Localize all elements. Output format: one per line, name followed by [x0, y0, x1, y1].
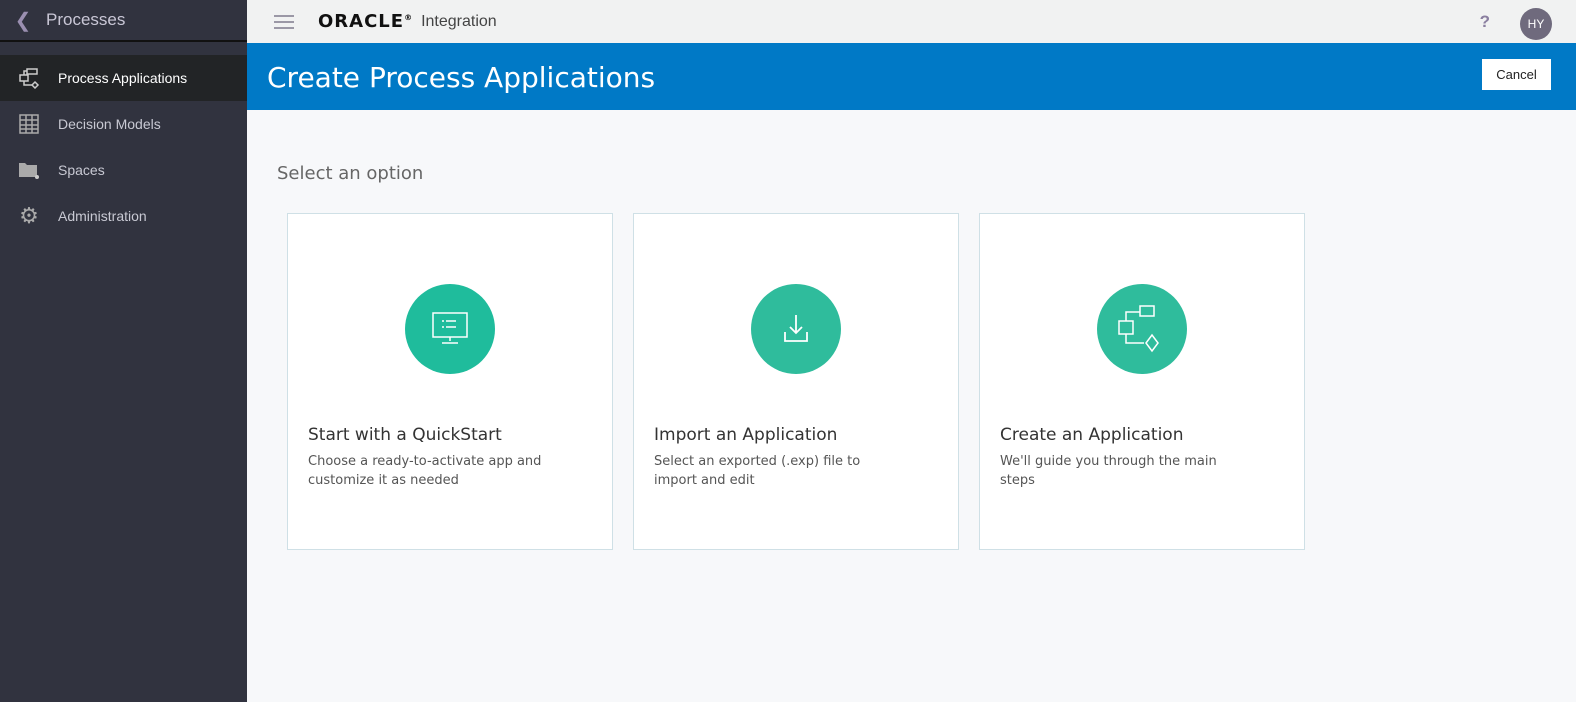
sidebar-item-administration[interactable]: ⚙ Administration	[0, 193, 247, 239]
download-icon	[751, 284, 841, 374]
nav-label: Process Applications	[58, 70, 188, 86]
gear-icon: ⚙	[19, 203, 39, 228]
option-card-import[interactable]: Import an Application Select an exported…	[633, 213, 959, 550]
nav-label: Administration	[58, 208, 147, 224]
page-title: Create Process Applications	[267, 61, 656, 94]
help-icon[interactable]: ?	[1480, 12, 1490, 32]
process-flow-icon	[1097, 284, 1187, 374]
cancel-button[interactable]: Cancel	[1482, 59, 1551, 90]
sidebar-header: ❮ Processes	[0, 0, 247, 42]
back-chevron-icon[interactable]: ❮	[0, 8, 46, 33]
card-title: Create an Application	[1000, 425, 1184, 445]
product-name: Integration	[421, 12, 497, 30]
card-title: Start with a QuickStart	[308, 425, 502, 445]
card-description: Choose a ready-to-activate app and custo…	[308, 454, 542, 488]
page-banner: Create Process Applications Cancel	[247, 43, 1576, 110]
sidebar-item-decision-models[interactable]: Decision Models	[0, 101, 247, 147]
sidebar: ❮ Processes Process Applications Decisio…	[0, 0, 247, 702]
option-card-create[interactable]: Create an Application We'll guide you th…	[979, 213, 1305, 550]
sidebar-item-spaces[interactable]: Spaces	[0, 147, 247, 193]
nav-label: Spaces	[58, 162, 105, 178]
oracle-logo: ORACLE®	[318, 11, 414, 32]
user-avatar[interactable]: HY	[1520, 8, 1552, 40]
section-heading: Select an option	[277, 163, 424, 184]
sidebar-item-process-applications[interactable]: Process Applications	[0, 55, 247, 101]
folder-share-icon	[0, 160, 58, 180]
sidebar-title: Processes	[46, 10, 126, 29]
monitor-icon	[405, 284, 495, 374]
hamburger-menu-icon[interactable]	[274, 11, 294, 33]
card-description: Select an exported (.exp) file to import…	[654, 454, 861, 488]
nav-label: Decision Models	[58, 116, 161, 132]
table-grid-icon	[0, 114, 58, 134]
top-bar: ORACLE® Integration ? HY	[247, 0, 1576, 43]
process-flow-icon	[0, 67, 58, 89]
card-title: Import an Application	[654, 425, 838, 445]
option-card-quickstart[interactable]: Start with a QuickStart Choose a ready-t…	[287, 213, 613, 550]
card-description: We'll guide you through the main steps	[1000, 454, 1217, 488]
